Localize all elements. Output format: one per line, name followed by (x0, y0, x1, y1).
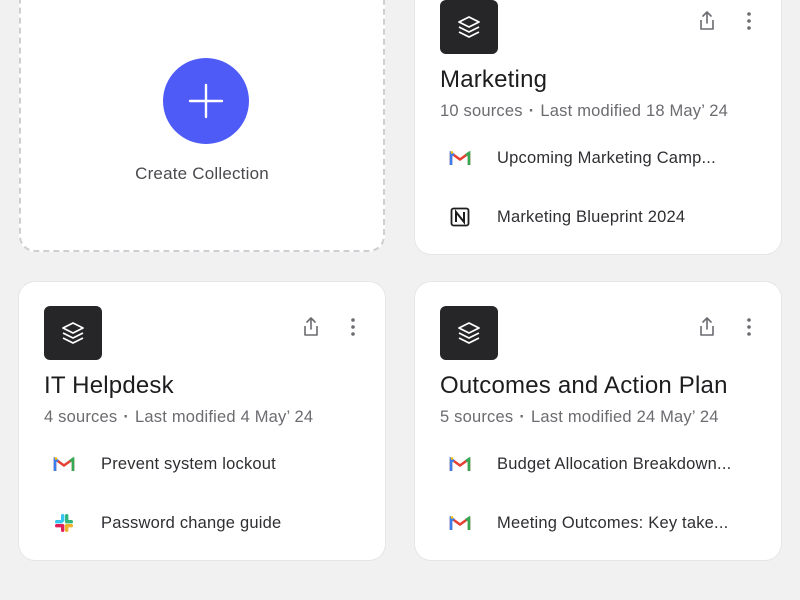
source-title: Password change guide (101, 513, 282, 532)
collection-badge (44, 306, 102, 360)
collection-meta: 5 sources · Last modified 24 May’ 24 (440, 408, 719, 426)
collection-title: IT Helpdesk (44, 372, 174, 399)
gmail-icon (449, 150, 471, 165)
collection-card-it-helpdesk[interactable]: IT Helpdesk 4 sources · Last modified 4 Ma… (19, 282, 385, 560)
collection-badge (440, 306, 498, 360)
collection-title: Outcomes and Action Plan (440, 372, 728, 399)
source-item[interactable]: Budget Allocation Breakdown... (449, 451, 731, 477)
source-count: 5 sources (440, 408, 514, 426)
create-collection-button[interactable] (163, 58, 249, 144)
source-title: Marketing Blueprint 2024 (497, 207, 686, 226)
source-item[interactable]: Marketing Blueprint 2024 (449, 204, 685, 230)
source-item[interactable]: Prevent system lockout (53, 451, 276, 477)
source-count: 10 sources (440, 102, 523, 120)
collection-card-marketing[interactable]: Marketing 10 sources · Last modified 18 Ma… (415, 0, 781, 254)
source-count: 4 sources (44, 408, 118, 426)
more-options-icon[interactable] (345, 316, 361, 338)
source-item[interactable]: Password change guide (53, 510, 281, 536)
gmail-icon (449, 456, 471, 471)
last-modified: Last modified 18 May’ 24 (540, 102, 729, 120)
slack-icon (55, 514, 73, 532)
collection-meta: 4 sources · Last modified 4 May’ 24 (44, 408, 314, 426)
source-item[interactable]: Meeting Outcomes: Key take... (449, 510, 728, 536)
share-icon[interactable] (697, 10, 717, 32)
source-title: Budget Allocation Breakdown... (497, 454, 732, 473)
collection-card-outcomes[interactable]: Outcomes and Action Plan 5 sources · Last … (415, 282, 781, 560)
layers-icon (458, 16, 480, 38)
gmail-icon (53, 456, 75, 471)
collection-badge (440, 0, 498, 54)
share-icon[interactable] (697, 316, 717, 338)
notion-icon (450, 207, 470, 227)
last-modified: Last modified 24 May’ 24 (531, 408, 719, 426)
create-collection-card[interactable]: Create Collection (19, 0, 385, 252)
source-item[interactable]: Upcoming Marketing Camp... (449, 145, 716, 171)
layers-icon (62, 322, 84, 344)
last-modified: Last modified 4 May’ 24 (135, 408, 314, 426)
source-title: Prevent system lockout (101, 454, 276, 473)
collection-meta: 10 sources · Last modified 18 May’ 24 (440, 102, 729, 120)
share-icon[interactable] (301, 316, 321, 338)
source-title: Upcoming Marketing Camp... (497, 148, 716, 167)
gmail-icon (449, 515, 471, 530)
create-collection-label: Create Collection (135, 164, 269, 183)
more-options-icon[interactable] (741, 316, 757, 338)
source-title: Meeting Outcomes: Key take... (497, 513, 729, 532)
layers-icon (458, 322, 480, 344)
plus-icon (188, 83, 224, 119)
more-options-icon[interactable] (741, 10, 757, 32)
collection-title: Marketing (440, 66, 548, 93)
